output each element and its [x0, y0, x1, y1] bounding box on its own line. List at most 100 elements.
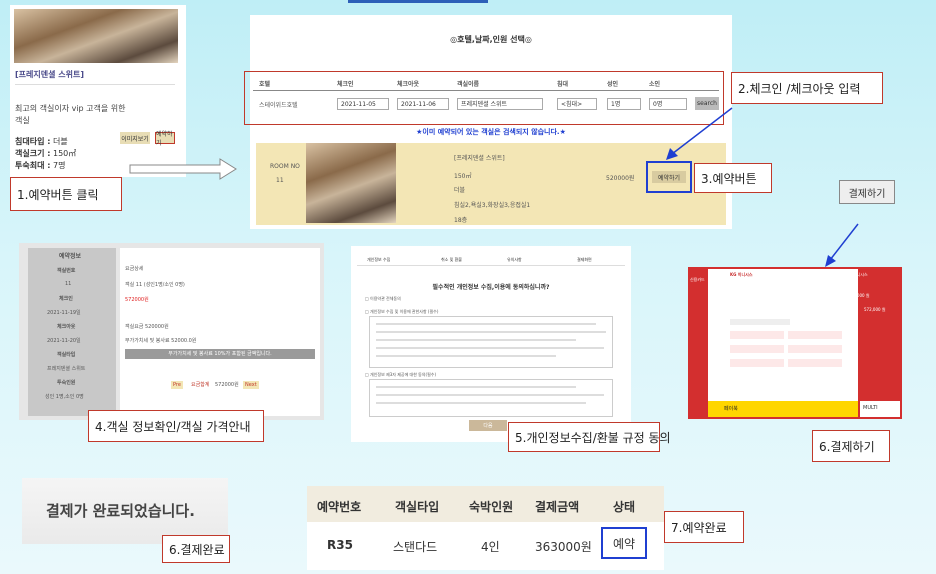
callout-7: 7.예약완료: [664, 511, 744, 543]
th-amount: 결제금액: [535, 500, 580, 514]
room-no-value: 11: [276, 177, 284, 184]
fee-price: 572000원: [125, 297, 149, 303]
arrow-down-left-icon: [666, 107, 733, 160]
tab-refund[interactable]: 취소 및 환불: [441, 257, 462, 263]
result-price: 520000원: [606, 175, 635, 182]
header-adult: 성인: [607, 81, 619, 88]
reserve-button[interactable]: 예약하기: [155, 131, 175, 147]
payment-banner-left: 페이북: [724, 406, 738, 412]
row-label-guests: 투숙인원: [57, 380, 76, 386]
row-label-type: 객실타입: [57, 352, 76, 358]
reserve-highlight: 예약하기: [646, 161, 692, 193]
tab-privacy[interactable]: 개인정보 수집: [367, 257, 390, 263]
callout-6a: 6.결제하기: [812, 430, 890, 462]
arrow-down-icon: [825, 223, 859, 267]
room-no-label: ROOM NO: [270, 163, 300, 170]
th-guests: 숙박인원: [469, 500, 514, 514]
complete-message: 결제가 완료되었습니다.: [46, 502, 195, 520]
consent-panel: 개인정보 수집 취소 및 환불 유의사항 결제화면 필수적인 개인정보 수집,이…: [351, 246, 631, 442]
room-charge: 객실요금 520000원: [125, 324, 169, 330]
result-reserve-button[interactable]: 예약하기: [652, 171, 686, 183]
hotel-value: 스테이위드호텔: [259, 102, 298, 109]
payment-window: 신용카드 KG 이니시스 KG 이니시스 572,000 원 572,000 원…: [688, 267, 902, 419]
payment-side-label: 신용카드: [690, 277, 705, 282]
adult-select[interactable]: 1명: [607, 98, 641, 110]
size-label: 객실크기 :: [15, 149, 51, 158]
callout-5: 5.개인정보수집/환불 규정 동의: [508, 422, 671, 452]
max-value: 7명: [52, 161, 66, 170]
arrow-right-icon: [129, 158, 237, 180]
header-hotel: 호텔: [259, 81, 271, 88]
row-value-room: 11: [65, 281, 72, 287]
header-checkout: 체크아웃: [397, 81, 420, 88]
callout-1: 1.예약버튼 클릭: [10, 177, 122, 211]
th-room-type: 객실타입: [395, 500, 440, 514]
tax-note: 부가가치세 및 봉사료 10%가 포함된 금액입니다.: [125, 349, 315, 359]
room-photo: [14, 9, 178, 63]
search-title: ◎호텔,날짜,인원 선택◎: [450, 35, 532, 44]
room-desc-2: 객실: [15, 116, 30, 125]
divider: [15, 84, 175, 85]
row-label-checkin: 체크인: [59, 296, 73, 302]
result-photo: [306, 143, 396, 223]
payment-brand: KG 이니시스: [730, 272, 753, 277]
header-checkin: 체크인: [337, 81, 354, 88]
top-indicator-bar: [348, 0, 488, 3]
callout-3: 3.예약버튼: [694, 163, 772, 193]
row-value-type: 프레지덴셜 스위트: [47, 366, 86, 372]
room-name-input[interactable]: 프레지덴셜 스위트: [457, 98, 543, 110]
image-view-button[interactable]: 이미지보기: [120, 132, 150, 144]
td-room-type: 스탠다드: [393, 540, 438, 554]
row-label-checkout: 체크아웃: [57, 324, 76, 330]
pay-button[interactable]: 결제하기: [839, 180, 895, 204]
consent-next-button[interactable]: 다음: [469, 420, 507, 431]
result-size: 150㎡: [454, 173, 472, 180]
consent-heading: 필수적인 개인정보 수집,이용에 동의하십니까?: [432, 284, 550, 291]
row-value-guests: 성인 1명,소인 0명: [45, 394, 84, 400]
total-label: 요금합계: [191, 382, 210, 388]
section2-checkbox[interactable]: □ 개인정보 제3자 제공에 대한 동의(필수): [365, 372, 436, 378]
section2-box: [369, 379, 613, 417]
td-amount: 363000원: [535, 540, 592, 554]
result-room-name: [프레지덴셜 스위트]: [454, 155, 505, 162]
result-bed: 더블: [454, 187, 466, 194]
size-value: 150㎡: [52, 149, 77, 158]
prev-button[interactable]: Pre: [171, 381, 183, 389]
tab-notes[interactable]: 유의사항: [507, 257, 522, 263]
fee-title: 요금상세: [125, 266, 144, 272]
payment-banner-right: MULTI: [863, 405, 878, 411]
row-value-checkout: 2021-11-20일: [47, 338, 81, 344]
td-status: 예약: [601, 527, 647, 559]
header-child: 소인: [649, 81, 661, 88]
booking-title: 예약정보: [59, 253, 82, 260]
bed-select[interactable]: <침대>: [557, 98, 597, 110]
callout-6b: 6.결제완료: [162, 535, 230, 563]
next-button[interactable]: Next: [243, 381, 259, 389]
tab-payment[interactable]: 결제화면: [577, 257, 592, 263]
reservation-table: 예약번호 객실타입 숙박인원 결제금액 상태 R35 스탠다드 4인 36300…: [307, 486, 664, 570]
section1-checkbox[interactable]: □ 개인정보 수집 및 이용에 관한사항 (필수): [365, 309, 438, 315]
payment-total-1: 572,000 원: [848, 293, 870, 298]
callout-4: 4.객실 정보확인/객실 가격안내: [88, 410, 264, 442]
result-floor: 18층: [454, 217, 468, 224]
th-reservation-no: 예약번호: [317, 500, 362, 514]
callout-2: 2.체크인 /체크아웃 입력: [731, 72, 883, 104]
agree-all-checkbox[interactable]: □ 이용약관 전체동의: [365, 296, 401, 302]
row-label-room: 객실번호: [57, 268, 76, 274]
bed-label: 침대타입 :: [15, 137, 51, 146]
row-value-checkin: 2021-11-19일: [47, 310, 81, 316]
checkin-input[interactable]: 2021-11-05: [337, 98, 389, 110]
booking-info-panel: 예약정보 객실번호 11 체크인 2021-11-19일 체크아웃 2021-1…: [19, 243, 324, 420]
search-form: 호텔 체크인 체크아웃 객실이름 침대 성인 소인 스테이위드호텔 2021-1…: [244, 71, 724, 125]
room-name: [프레지덴셜 스위트]: [15, 70, 84, 79]
payment-brand-right: KG 이니시스: [846, 272, 868, 277]
result-rooms: 침실2,욕실3,화장실3,응접실1: [454, 202, 531, 209]
section1-box: [369, 316, 613, 368]
total-value: 572000원: [215, 382, 239, 388]
checkout-input[interactable]: 2021-11-06: [397, 98, 449, 110]
td-reservation-no: R35: [327, 538, 353, 552]
tax-line: 부가가치세 및 봉사료 52000.0원: [125, 338, 197, 344]
payment-total-2: 572,000 원: [864, 307, 886, 312]
hotel-card: [프레지덴셜 스위트] 최고의 객실이자 vip 고객을 위한 객실 침대타입 …: [10, 5, 186, 177]
fee-line: 객실 11 (성인1명/소인 0명): [125, 282, 185, 288]
